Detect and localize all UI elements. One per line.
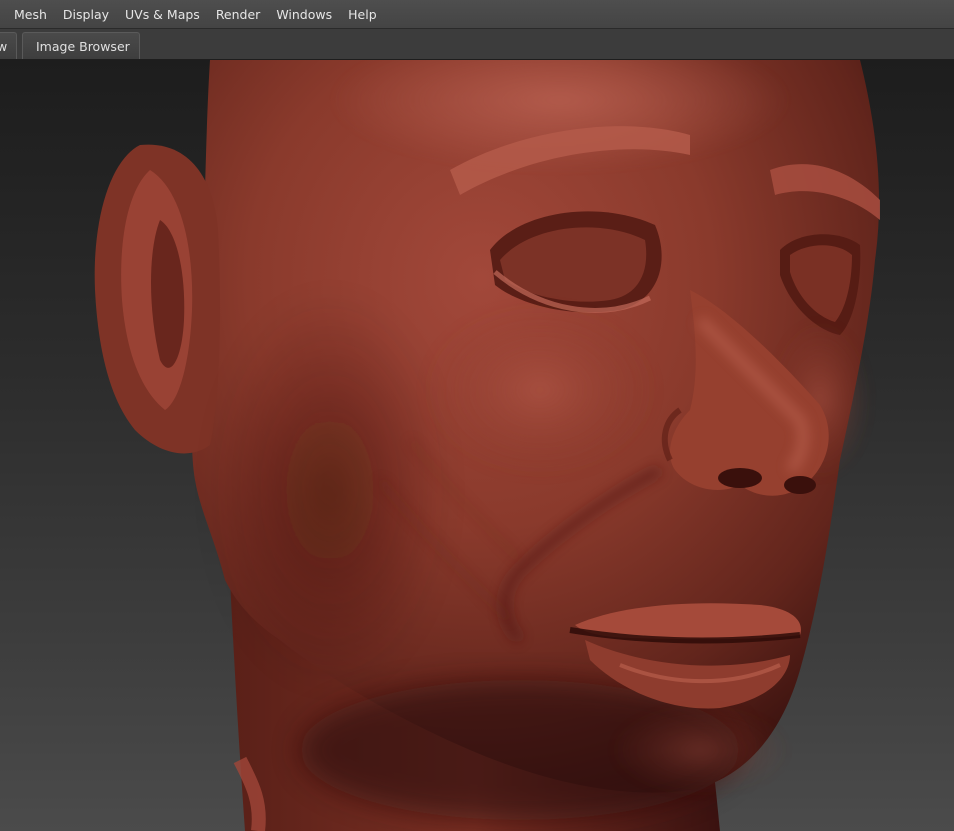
menu-display[interactable]: Display xyxy=(55,0,117,29)
sculpt-model xyxy=(94,60,880,831)
3d-viewport[interactable] xyxy=(0,60,954,831)
menu-mesh[interactable]: Mesh xyxy=(0,0,55,29)
menu-render[interactable]: Render xyxy=(208,0,269,29)
menu-bar: Mesh Display UVs & Maps Render Windows H… xyxy=(0,0,954,29)
application-window: Mesh Display UVs & Maps Render Windows H… xyxy=(0,0,954,831)
menu-windows[interactable]: Windows xyxy=(268,0,340,29)
menu-help[interactable]: Help xyxy=(340,0,385,29)
tab-bar: w Image Browser xyxy=(0,29,954,60)
menu-uvs-maps[interactable]: UVs & Maps xyxy=(117,0,208,29)
tab-image-browser[interactable]: Image Browser xyxy=(22,32,140,59)
tab-viewport[interactable]: w xyxy=(0,32,17,59)
